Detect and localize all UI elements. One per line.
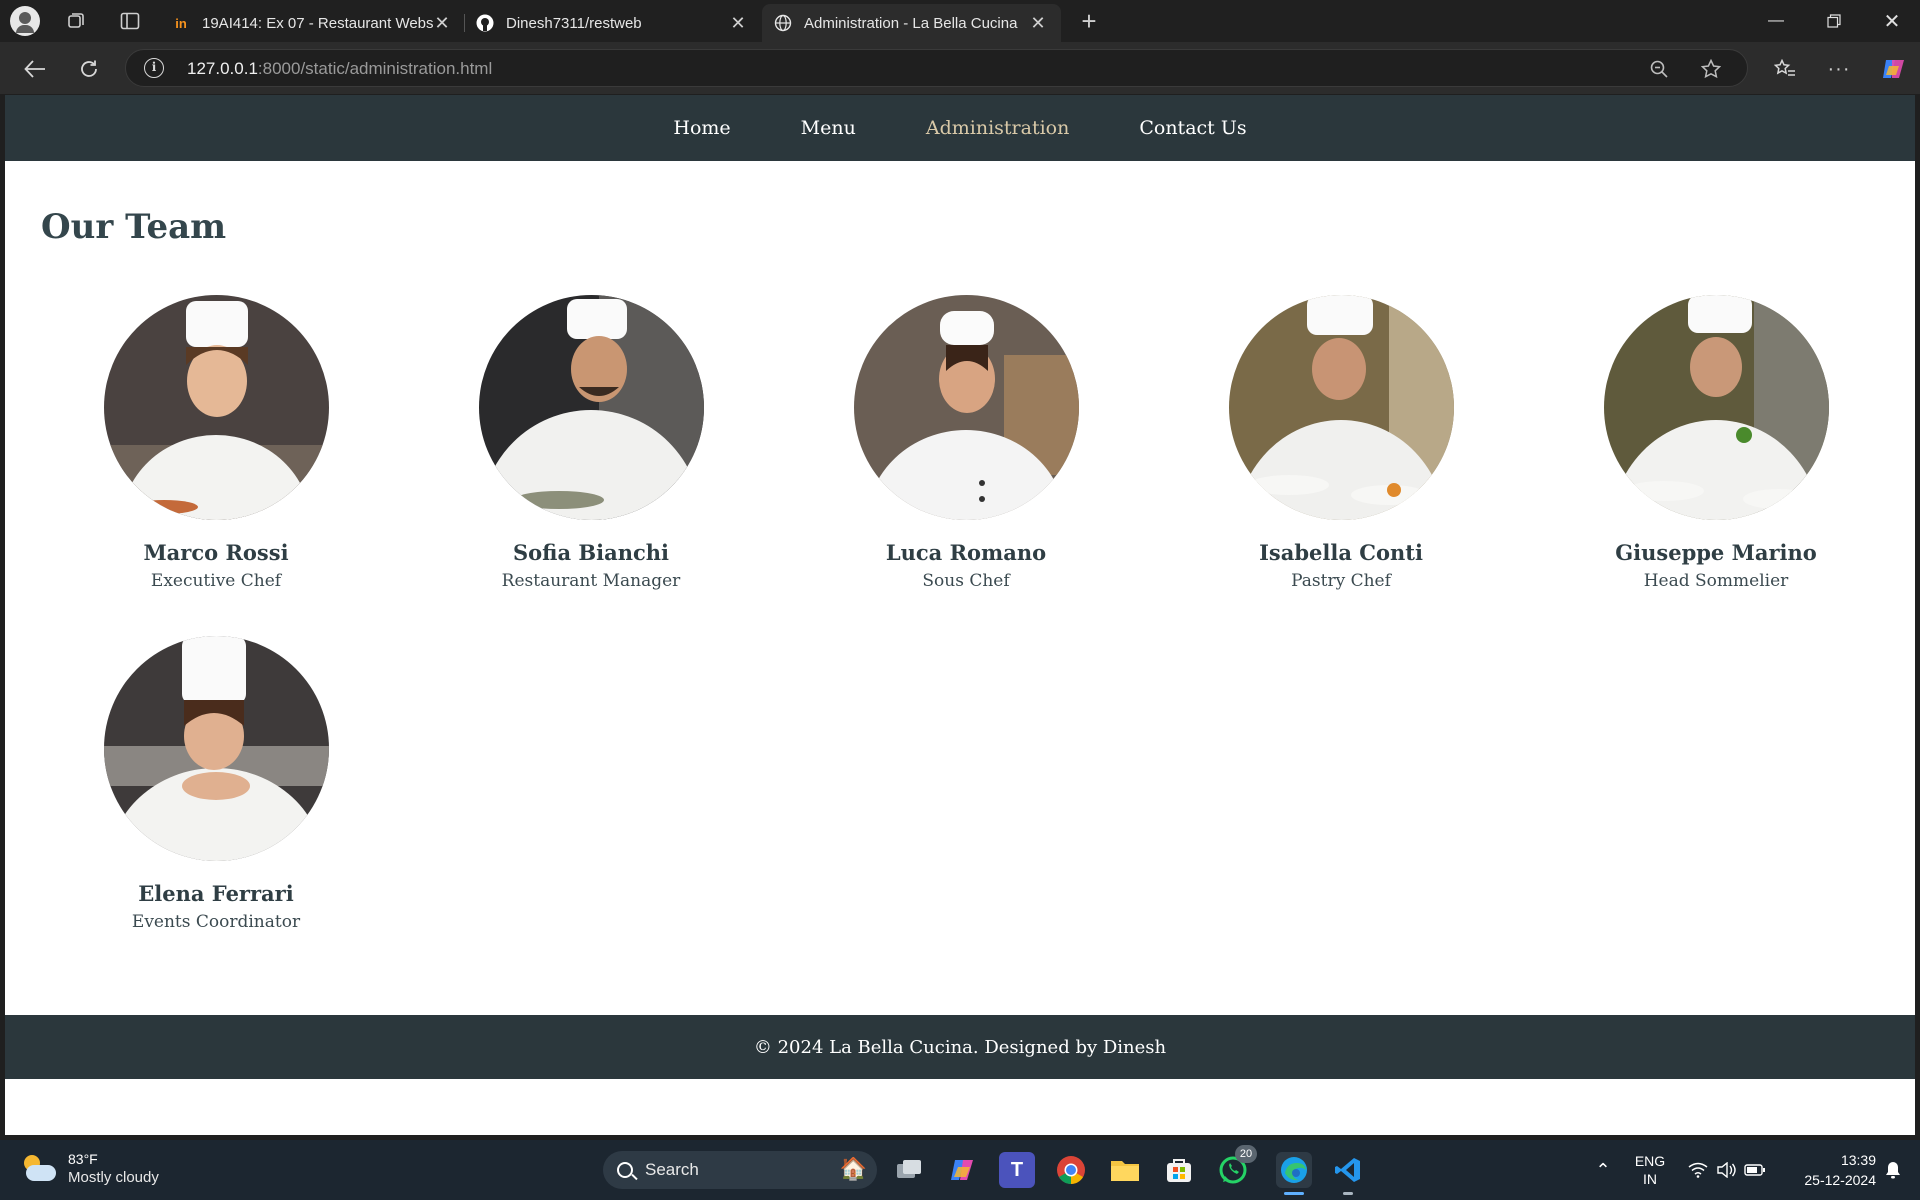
team-member-role: Pastry Chef bbox=[1291, 571, 1391, 591]
search-highlight-icon: 🏠 bbox=[839, 1156, 867, 1181]
show-hidden-icons[interactable]: ⌃ bbox=[1588, 1140, 1618, 1200]
close-tab-icon[interactable]: ✕ bbox=[433, 13, 451, 34]
team-member-photo bbox=[1228, 295, 1454, 520]
site-footer: © 2024 La Bella Cucina. Designed by Dine… bbox=[5, 1015, 1915, 1079]
search-label: Search bbox=[645, 1160, 699, 1179]
nav-link-home[interactable]: Home bbox=[673, 117, 730, 139]
system-clock[interactable]: 13:39 25-12-2024 bbox=[1780, 1140, 1876, 1200]
team-member-card: Sofia Bianchi Restaurant Manager bbox=[466, 295, 716, 591]
browser-toolbar: i 127.0.0.1:8000/static/administration.h… bbox=[0, 42, 1920, 94]
team-member-card: Marco Rossi Executive Chef bbox=[91, 295, 341, 591]
team-member-name: Isabella Conti bbox=[1259, 540, 1423, 565]
weather-widget[interactable]: 83°F Mostly cloudy bbox=[22, 1150, 159, 1188]
tab-administration[interactable]: Administration - La Bella Cucina ✕ bbox=[762, 4, 1061, 42]
nav-link-contact[interactable]: Contact Us bbox=[1139, 117, 1246, 139]
start-button[interactable] bbox=[555, 1154, 587, 1186]
task-view-icon[interactable] bbox=[891, 1152, 927, 1188]
copilot-icon[interactable] bbox=[1876, 52, 1910, 86]
page-title: Our Team bbox=[41, 207, 227, 247]
team-member-role: Sous Chef bbox=[922, 571, 1010, 591]
moodle-favicon-icon: in bbox=[175, 15, 187, 31]
vscode-icon[interactable] bbox=[1330, 1152, 1366, 1195]
chrome-icon[interactable] bbox=[1053, 1152, 1089, 1188]
input-language[interactable]: ENG IN bbox=[1630, 1140, 1670, 1200]
restore-icon[interactable] bbox=[1806, 0, 1862, 42]
minimize-icon[interactable]: — bbox=[1748, 0, 1804, 42]
cloudy-weather-icon bbox=[22, 1155, 56, 1181]
team-member-name: Marco Rossi bbox=[143, 540, 289, 565]
favorites-icon[interactable] bbox=[1768, 52, 1802, 86]
address-bar[interactable]: i 127.0.0.1:8000/static/administration.h… bbox=[125, 49, 1748, 87]
volume-icon[interactable] bbox=[1712, 1140, 1740, 1200]
favorite-star-icon[interactable] bbox=[1696, 54, 1726, 84]
nav-link-menu[interactable]: Menu bbox=[801, 117, 856, 139]
wifi-icon[interactable] bbox=[1684, 1140, 1712, 1200]
team-member-name: Giuseppe Marino bbox=[1615, 540, 1817, 565]
windows-taskbar: 83°F Mostly cloudy Search 🏠 T 20 ⌃ ENG I… bbox=[0, 1140, 1920, 1200]
team-member-name: Luca Romano bbox=[885, 540, 1047, 565]
team-member-card: Luca Romano Sous Chef bbox=[841, 295, 1091, 591]
team-member-card: Giuseppe Marino Head Sommelier bbox=[1591, 295, 1841, 591]
site-info-icon[interactable]: i bbox=[144, 58, 164, 78]
team-member-photo bbox=[1603, 295, 1829, 520]
copilot-app-icon[interactable] bbox=[945, 1152, 981, 1188]
tab-title: Administration - La Bella Cucina bbox=[804, 14, 1018, 32]
nav-link-administration[interactable]: Administration bbox=[926, 117, 1069, 139]
site-navigation: Home Menu Administration Contact Us bbox=[5, 95, 1915, 161]
microsoft-store-icon[interactable] bbox=[1161, 1152, 1197, 1188]
zoom-out-icon[interactable] bbox=[1644, 54, 1674, 84]
new-tab-icon[interactable]: + bbox=[1074, 6, 1104, 36]
region-code: IN bbox=[1643, 1171, 1657, 1187]
edge-icon[interactable] bbox=[1276, 1152, 1312, 1195]
file-explorer-icon[interactable] bbox=[1107, 1152, 1143, 1188]
tab-github-repo[interactable]: Dinesh7311/restweb ✕ bbox=[464, 4, 761, 42]
reload-icon[interactable] bbox=[72, 52, 106, 86]
globe-icon bbox=[774, 14, 792, 32]
close-tab-icon[interactable]: ✕ bbox=[729, 13, 747, 34]
close-tab-icon[interactable]: ✕ bbox=[1029, 13, 1047, 34]
clock-time: 13:39 bbox=[1840, 1152, 1876, 1168]
team-member-card: Elena Ferrari Events Coordinator bbox=[91, 636, 341, 932]
team-member-role: Restaurant Manager bbox=[501, 571, 681, 591]
weather-temperature: 83°F bbox=[68, 1151, 98, 1167]
web-page: Home Menu Administration Contact Us Our … bbox=[5, 95, 1915, 1135]
taskbar-search[interactable]: Search 🏠 bbox=[603, 1151, 877, 1189]
url-text[interactable]: 127.0.0.1:8000/static/administration.htm… bbox=[187, 59, 492, 79]
team-member-photo bbox=[103, 295, 329, 520]
back-icon[interactable] bbox=[18, 52, 52, 86]
url-host: 127.0.0.1 bbox=[187, 59, 258, 78]
team-member-card: Isabella Conti Pastry Chef bbox=[1216, 295, 1466, 591]
team-member-photo bbox=[853, 295, 1079, 520]
browser-tab-bar: in 19AI414: Ex 07 - Restaurant Webs ✕ Di… bbox=[0, 0, 1920, 42]
github-icon bbox=[476, 14, 494, 32]
tab-title: Dinesh7311/restweb bbox=[506, 14, 642, 32]
workspaces-icon[interactable] bbox=[62, 8, 90, 34]
team-member-photo bbox=[103, 636, 329, 861]
close-window-icon[interactable]: ✕ bbox=[1864, 0, 1920, 42]
team-member-name: Elena Ferrari bbox=[138, 881, 294, 906]
search-icon bbox=[617, 1162, 633, 1178]
team-member-name: Sofia Bianchi bbox=[513, 540, 669, 565]
language-code: ENG bbox=[1634, 1153, 1666, 1169]
tab-title: 19AI414: Ex 07 - Restaurant Webs bbox=[202, 14, 433, 32]
profile-icon[interactable] bbox=[10, 6, 40, 36]
tab-restaurant-website[interactable]: in 19AI414: Ex 07 - Restaurant Webs ✕ bbox=[160, 4, 465, 42]
vertical-tabs-icon[interactable] bbox=[116, 8, 144, 34]
team-member-role: Events Coordinator bbox=[131, 912, 301, 932]
clock-date: 25-12-2024 bbox=[1804, 1172, 1876, 1188]
team-member-role: Executive Chef bbox=[150, 571, 282, 591]
battery-icon[interactable] bbox=[1740, 1140, 1770, 1200]
team-member-role: Head Sommelier bbox=[1643, 571, 1789, 591]
notification-bell-icon[interactable] bbox=[1878, 1140, 1908, 1200]
whatsapp-icon[interactable]: 20 bbox=[1215, 1145, 1257, 1188]
team-member-photo bbox=[478, 295, 704, 520]
weather-description: Mostly cloudy bbox=[68, 1169, 159, 1186]
more-menu-icon[interactable]: ··· bbox=[1822, 52, 1856, 86]
url-path: :8000/static/administration.html bbox=[257, 59, 493, 78]
notification-badge: 20 bbox=[1235, 1145, 1257, 1163]
teams-icon[interactable]: T bbox=[999, 1152, 1035, 1188]
